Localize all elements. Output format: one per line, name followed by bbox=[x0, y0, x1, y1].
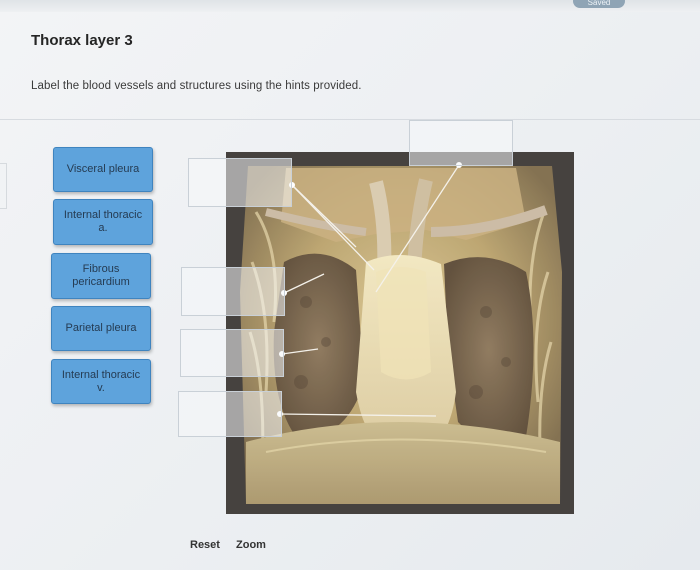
page-title: Thorax layer 3 bbox=[31, 32, 133, 49]
label-text: Parietal pleura bbox=[65, 322, 137, 335]
label-parietal-pleura[interactable]: Parietal pleura bbox=[51, 306, 151, 351]
side-panel-tab[interactable] bbox=[0, 163, 7, 209]
saved-status-badge: Saved bbox=[573, 0, 625, 8]
label-visceral-pleura[interactable]: Visceral pleura bbox=[53, 147, 153, 192]
label-text: Internal thoracic v. bbox=[61, 368, 141, 394]
instruction-text: Label the blood vessels and structures u… bbox=[31, 80, 362, 92]
drop-zone-3[interactable] bbox=[181, 267, 285, 316]
drop-zone-4[interactable] bbox=[180, 329, 284, 377]
section-divider bbox=[0, 119, 700, 120]
top-bar: Saved bbox=[0, 0, 700, 12]
drop-zone-5[interactable] bbox=[178, 391, 282, 437]
drop-zone-2[interactable] bbox=[409, 120, 513, 166]
label-internal-thoracic-v[interactable]: Internal thoracic v. bbox=[51, 359, 151, 404]
zoom-button[interactable]: Zoom bbox=[236, 539, 266, 551]
label-internal-thoracic-a[interactable]: Internal thoracic a. bbox=[53, 199, 153, 245]
label-fibrous-pericardium[interactable]: Fibrous pericardium bbox=[51, 253, 151, 299]
label-text: Visceral pleura bbox=[66, 163, 140, 176]
label-text: Fibrous pericardium bbox=[72, 263, 130, 288]
drop-zone-1[interactable] bbox=[188, 158, 292, 207]
label-text: Internal thoracic a. bbox=[63, 209, 143, 234]
reset-button[interactable]: Reset bbox=[190, 539, 220, 551]
